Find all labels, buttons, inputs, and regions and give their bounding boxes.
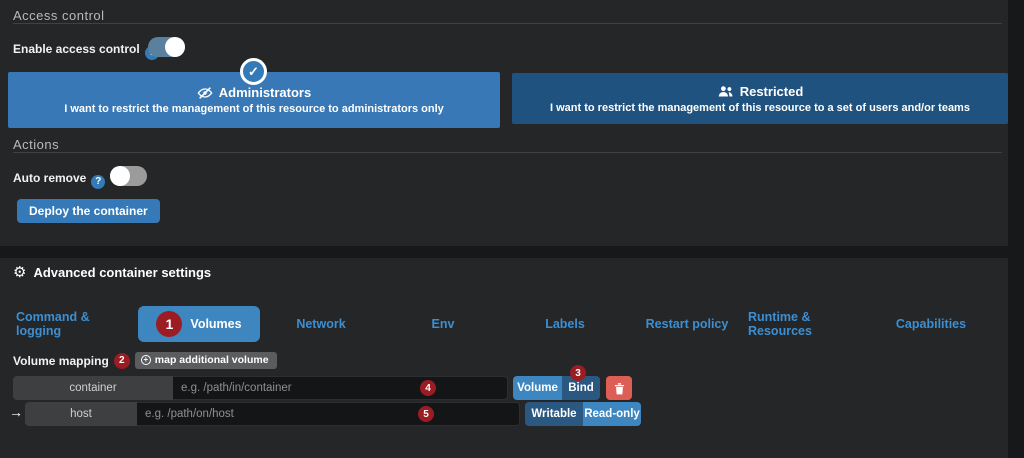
administrators-description: I want to restrict the management of thi… <box>64 103 444 115</box>
actions-title: Actions <box>13 137 59 152</box>
enable-access-control-label: Enable access control <box>13 42 140 56</box>
deploy-container-button[interactable]: Deploy the container <box>17 199 160 223</box>
settings-tabs: Command & logging 1 Volumes Network Env … <box>16 306 992 342</box>
readonly-button[interactable]: Read-only <box>583 402 641 426</box>
trash-icon <box>614 382 625 395</box>
host-addon-label: host <box>25 402 137 426</box>
writable-button[interactable]: Writable <box>525 402 583 426</box>
restricted-description: I want to restrict the management of thi… <box>550 102 970 114</box>
tab-volumes[interactable]: 1 Volumes <box>138 306 260 342</box>
selected-check-icon: ✓ <box>240 58 267 85</box>
delete-volume-button[interactable] <box>606 376 632 400</box>
tab-capabilities[interactable]: Capabilities <box>870 306 992 342</box>
container-addon-label: container <box>13 376 173 400</box>
plus-icon: + <box>141 355 151 365</box>
advanced-settings-title: Advanced container settings <box>33 265 211 280</box>
container-path-input[interactable] <box>173 376 508 400</box>
advanced-settings-panel: ⚙ Advanced container settings Command & … <box>0 258 1008 458</box>
volume-mapping-label: Volume mapping <box>13 354 109 368</box>
page: Access control Enable access control? ✓ … <box>0 0 1024 458</box>
auto-remove-label: Auto remove <box>13 171 86 185</box>
volume-type-button[interactable]: Volume <box>513 376 562 400</box>
toggle-knob <box>165 37 185 57</box>
eye-slash-icon <box>197 86 213 100</box>
annotation-badge-3: 3 <box>570 365 586 381</box>
section-divider <box>13 23 1002 24</box>
tab-env[interactable]: Env <box>382 306 504 342</box>
auto-remove-toggle[interactable] <box>110 166 147 186</box>
tab-network[interactable]: Network <box>260 306 382 342</box>
users-icon <box>717 85 734 98</box>
gear-icon: ⚙ <box>13 265 26 280</box>
tab-command-logging[interactable]: Command & logging <box>16 306 138 342</box>
tab-labels[interactable]: Labels <box>504 306 626 342</box>
restricted-option[interactable]: Restricted I want to restrict the manage… <box>512 73 1008 124</box>
help-icon[interactable]: ? <box>91 175 105 189</box>
annotation-badge-5: 5 <box>418 406 434 422</box>
annotation-badge-2: 2 <box>114 353 130 369</box>
annotation-badge-1: 1 <box>156 311 182 337</box>
toggle-knob <box>110 166 130 186</box>
enable-access-control-toggle[interactable] <box>148 37 185 57</box>
tab-runtime-resources[interactable]: Runtime & Resources <box>748 306 870 342</box>
section-divider <box>13 152 1002 153</box>
tab-restart-policy[interactable]: Restart policy <box>626 306 748 342</box>
administrators-label: Administrators <box>219 85 311 100</box>
host-path-input[interactable] <box>137 402 520 426</box>
restricted-label: Restricted <box>740 84 804 99</box>
access-control-title: Access control <box>13 8 105 23</box>
arrow-right-icon: → <box>9 404 23 420</box>
annotation-badge-4: 4 <box>420 380 436 396</box>
map-additional-volume-button[interactable]: + map additional volume <box>135 352 277 369</box>
access-control-panel: Access control Enable access control? ✓ … <box>0 0 1008 246</box>
